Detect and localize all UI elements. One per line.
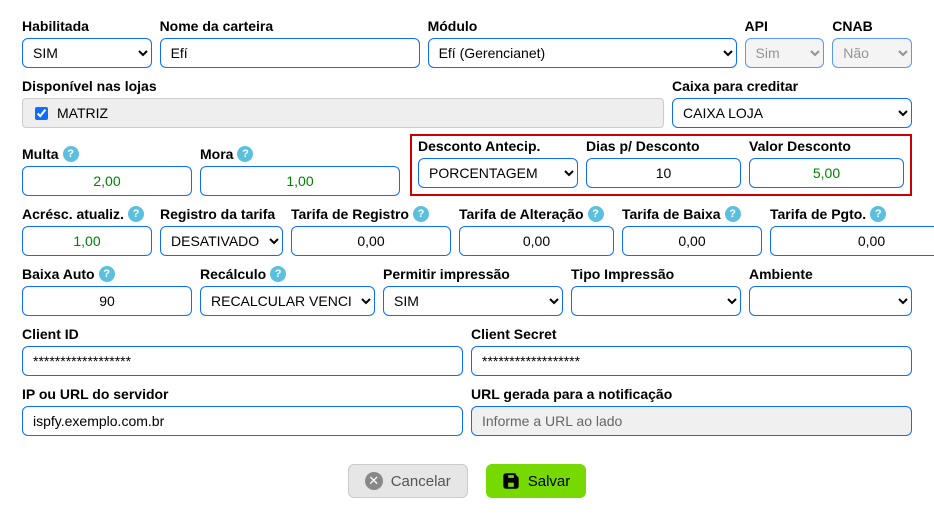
desconto-highlight-group: Desconto Antecip. PORCENTAGEM Dias p/ De… xyxy=(410,134,912,196)
save-icon xyxy=(502,472,520,490)
client-secret-label: Client Secret xyxy=(471,326,912,342)
help-icon[interactable]: ? xyxy=(63,146,79,162)
api-select: Sim xyxy=(745,38,825,68)
valor-desconto-input[interactable] xyxy=(749,158,904,188)
modulo-select[interactable]: Efí (Gerencianet) xyxy=(428,38,737,68)
caixa-creditar-select[interactable]: CAIXA LOJA xyxy=(672,98,912,128)
multa-label: Multa ? xyxy=(22,146,192,162)
tarifa-baixa-label: Tarifa de Baixa ? xyxy=(622,206,762,222)
tipo-impressao-label: Tipo Impressão xyxy=(571,266,741,282)
caixa-creditar-label: Caixa para creditar xyxy=(672,78,912,94)
desconto-antecip-label: Desconto Antecip. xyxy=(418,138,578,154)
tarifa-alteracao-label: Tarifa de Alteração ? xyxy=(459,206,614,222)
help-icon[interactable]: ? xyxy=(725,206,741,222)
cancel-button[interactable]: ✕ Cancelar xyxy=(348,464,468,498)
recalculo-label: Recálculo ? xyxy=(200,266,375,282)
acresc-atualiz-label: Acrésc. atualiz. ? xyxy=(22,206,152,222)
ambiente-select[interactable] xyxy=(749,286,912,316)
tarifa-alteracao-input[interactable] xyxy=(459,226,614,256)
dias-desconto-input[interactable] xyxy=(586,158,741,188)
loja-matriz-label: MATRIZ xyxy=(57,105,108,121)
help-icon[interactable]: ? xyxy=(870,206,886,222)
help-icon[interactable]: ? xyxy=(413,206,429,222)
desconto-antecip-select[interactable]: PORCENTAGEM xyxy=(418,158,578,188)
habilitada-select[interactable]: SIM xyxy=(22,38,152,68)
tarifa-pgto-input[interactable] xyxy=(770,226,934,256)
loja-matriz-checkbox[interactable] xyxy=(35,107,48,120)
nome-carteira-label: Nome da carteira xyxy=(160,18,420,34)
ip-url-label: IP ou URL do servidor xyxy=(22,386,463,402)
disponivel-lojas-box: MATRIZ xyxy=(22,98,664,128)
client-id-label: Client ID xyxy=(22,326,463,342)
multa-input[interactable] xyxy=(22,166,192,196)
tipo-impressao-select[interactable] xyxy=(571,286,741,316)
baixa-auto-label: Baixa Auto ? xyxy=(22,266,192,282)
cnab-label: CNAB xyxy=(832,18,912,34)
acresc-atualiz-input[interactable] xyxy=(22,226,152,256)
dias-desconto-label: Dias p/ Desconto xyxy=(586,138,741,154)
cancel-button-label: Cancelar xyxy=(391,473,451,490)
api-label: API xyxy=(745,18,825,34)
permitir-impressao-label: Permitir impressão xyxy=(383,266,563,282)
ip-url-input[interactable] xyxy=(22,406,463,436)
permitir-impressao-select[interactable]: SIM xyxy=(383,286,563,316)
client-id-input[interactable] xyxy=(22,346,463,376)
url-notificacao-label: URL gerada para a notificação xyxy=(471,386,912,402)
save-button-label: Salvar xyxy=(528,473,571,490)
ambiente-label: Ambiente xyxy=(749,266,912,282)
registro-tarifa-label: Registro da tarifa xyxy=(160,206,283,222)
help-icon[interactable]: ? xyxy=(270,266,286,282)
mora-input[interactable] xyxy=(200,166,400,196)
help-icon[interactable]: ? xyxy=(128,206,144,222)
save-button[interactable]: Salvar xyxy=(486,464,587,498)
nome-carteira-input[interactable] xyxy=(160,38,420,68)
valor-desconto-label: Valor Desconto xyxy=(749,138,904,154)
tarifa-pgto-label: Tarifa de Pgto. ? xyxy=(770,206,934,222)
recalculo-select[interactable]: RECALCULAR VENCIMENTO xyxy=(200,286,375,316)
cnab-select: Não xyxy=(832,38,912,68)
help-icon[interactable]: ? xyxy=(99,266,115,282)
help-icon[interactable]: ? xyxy=(237,146,253,162)
mora-label: Mora ? xyxy=(200,146,400,162)
client-secret-input[interactable] xyxy=(471,346,912,376)
baixa-auto-input[interactable] xyxy=(22,286,192,316)
help-icon[interactable]: ? xyxy=(588,206,604,222)
url-notificacao-input xyxy=(471,406,912,436)
tarifa-registro-input[interactable] xyxy=(291,226,451,256)
modulo-label: Módulo xyxy=(428,18,737,34)
disponivel-lojas-label: Disponível nas lojas xyxy=(22,78,664,94)
habilitada-label: Habilitada xyxy=(22,18,152,34)
tarifa-registro-label: Tarifa de Registro ? xyxy=(291,206,451,222)
registro-tarifa-select[interactable]: DESATIVADO xyxy=(160,226,283,256)
close-icon: ✕ xyxy=(365,472,383,490)
tarifa-baixa-input[interactable] xyxy=(622,226,762,256)
